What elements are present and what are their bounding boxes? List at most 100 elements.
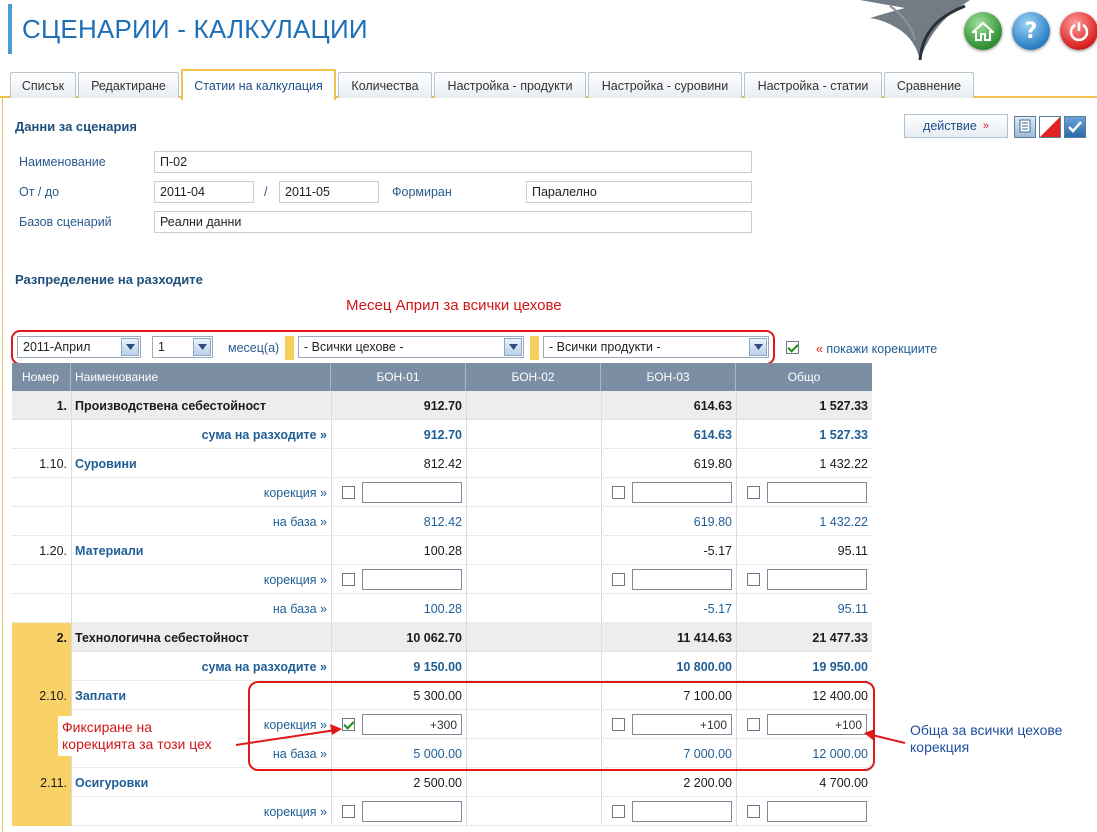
filter-separator xyxy=(285,336,294,360)
total-annotation: Обща за всички цехове корекция xyxy=(908,720,1086,782)
fix-correction-checkbox[interactable] xyxy=(612,573,625,586)
show-corrections-checkbox[interactable] xyxy=(786,341,799,354)
chevron-down-icon xyxy=(193,338,211,356)
fix-correction-checkbox[interactable] xyxy=(612,486,625,499)
value-cell: 10 800.00 xyxy=(676,659,732,674)
month-select-value: 2011-Април xyxy=(23,340,91,354)
value-cell xyxy=(466,623,601,652)
distribution-section-title: Разпределение на разходите xyxy=(15,272,203,287)
confirm-button[interactable] xyxy=(1064,116,1086,138)
value-cell: 912.70 xyxy=(423,398,462,413)
cancel-button[interactable] xyxy=(1039,116,1061,138)
item-link[interactable]: Осигуровки xyxy=(75,768,327,797)
correction-input[interactable] xyxy=(767,569,867,590)
tab-items-settings[interactable]: Настройка - статии xyxy=(744,72,882,98)
table-row: 2. Технологична себестойност 10 062.70 11 4… xyxy=(12,623,872,652)
fix-correction-checkbox[interactable] xyxy=(747,486,760,499)
value-cell xyxy=(466,449,601,478)
value-cell: 9 150.00 xyxy=(413,659,462,674)
fix-correction-checkbox[interactable] xyxy=(342,573,355,586)
correction-input[interactable] xyxy=(632,482,732,503)
item-link[interactable]: Суровини xyxy=(75,449,327,478)
col-number: Номер xyxy=(12,363,71,391)
from-field[interactable]: 2011-04 xyxy=(154,181,254,203)
tab-list[interactable]: Списък xyxy=(10,72,76,98)
show-corrections-label[interactable]: « покажи корекциите xyxy=(816,342,937,356)
workshop-select[interactable]: - Всички цехове - xyxy=(298,336,524,358)
months-label: месец(а) xyxy=(228,341,280,355)
value-cell: 1 527.33 xyxy=(819,398,868,413)
base-link[interactable]: на база » xyxy=(75,594,327,623)
value-cell: 21 477.33 xyxy=(812,630,868,645)
fix-correction-checkbox[interactable] xyxy=(747,805,760,818)
value-cell: 100.28 xyxy=(423,601,462,616)
correction-input[interactable] xyxy=(362,801,462,822)
value-cell xyxy=(466,391,601,420)
power-button[interactable] xyxy=(1060,12,1097,50)
correction-input[interactable] xyxy=(632,569,732,590)
col-name: Наименование xyxy=(71,363,331,391)
tab-calculation-items[interactable]: Статии на калкулация xyxy=(181,69,336,100)
value-cell: 10 062.70 xyxy=(406,630,462,645)
name-field[interactable]: П-02 xyxy=(154,151,752,173)
correction-link[interactable]: корекция » xyxy=(75,565,327,594)
value-cell: 2 200.00 xyxy=(683,775,732,790)
value-cell: 95.11 xyxy=(837,601,868,616)
tab-comparison[interactable]: Сравнение xyxy=(884,72,974,98)
value-cell xyxy=(466,594,601,623)
base-scenario-field[interactable]: Реални данни xyxy=(154,211,752,233)
value-cell xyxy=(466,420,601,449)
fix-correction-checkbox[interactable] xyxy=(612,805,625,818)
header-accent-bar xyxy=(8,4,12,54)
table-row: корекция » xyxy=(12,565,872,594)
value-cell: 912.70 xyxy=(423,427,462,442)
workshop-select-value: - Всички цехове - xyxy=(304,340,404,354)
row-number xyxy=(12,652,71,681)
value-cell xyxy=(466,768,601,797)
fix-correction-checkbox[interactable] xyxy=(747,573,760,586)
product-select-value: - Всички продукти - xyxy=(549,340,661,354)
tab-materials-settings[interactable]: Настройка - суровини xyxy=(588,72,742,98)
formed-field[interactable]: Паралелно xyxy=(526,181,752,203)
item-link[interactable]: Материали xyxy=(75,536,327,565)
print-button[interactable] xyxy=(1014,116,1036,138)
action-button[interactable]: действие » xyxy=(904,114,1008,138)
column-divider xyxy=(71,391,72,826)
month-select[interactable]: 2011-Април xyxy=(17,336,141,358)
table-row: сума на разходите » 9 150.00 10 800.00 19 9… xyxy=(12,652,872,681)
row-number xyxy=(12,420,71,449)
table-row: 1.10. Суровини 812.42 619.80 1 432.22 xyxy=(12,449,872,478)
row-number: 2.10. xyxy=(12,681,71,710)
sum-link[interactable]: сума на разходите » xyxy=(75,420,327,449)
to-field[interactable]: 2011-05 xyxy=(279,181,379,203)
fix-correction-checkbox[interactable] xyxy=(342,486,355,499)
correction-annotation-box xyxy=(248,681,875,771)
value-cell: 812.42 xyxy=(423,456,462,471)
months-count-select[interactable]: 1 xyxy=(152,336,213,358)
formed-label: Формиран xyxy=(392,185,452,199)
correction-input[interactable] xyxy=(632,801,732,822)
base-link[interactable]: на база » xyxy=(75,507,327,536)
home-button[interactable] xyxy=(964,12,1002,50)
fix-correction-checkbox[interactable] xyxy=(342,805,355,818)
value-cell: 1 527.33 xyxy=(819,427,868,442)
col-bon01: БОН-01 xyxy=(331,363,466,391)
correction-input[interactable] xyxy=(767,482,867,503)
correction-input[interactable] xyxy=(362,482,462,503)
correction-link[interactable]: корекция » xyxy=(75,797,327,826)
tab-products-settings[interactable]: Настройка - продукти xyxy=(434,72,586,98)
help-button[interactable]: ? xyxy=(1012,12,1050,50)
row-number xyxy=(12,594,71,623)
sum-link[interactable]: сума на разходите » xyxy=(75,652,327,681)
app-title: СЦЕНАРИИ - КАЛКУЛАЦИИ xyxy=(22,14,368,44)
value-cell: 614.63 xyxy=(693,398,732,413)
value-cell: 812.42 xyxy=(423,514,462,529)
tab-quantities[interactable]: Количества xyxy=(338,72,432,98)
correction-link[interactable]: корекция » xyxy=(75,478,327,507)
value-cell: 614.63 xyxy=(693,427,732,442)
tab-edit[interactable]: Редактиране xyxy=(78,72,179,98)
correction-input[interactable] xyxy=(362,569,462,590)
correction-input[interactable] xyxy=(767,801,867,822)
table-row: корекция » xyxy=(12,797,872,826)
product-select[interactable]: - Всички продукти - xyxy=(543,336,769,358)
